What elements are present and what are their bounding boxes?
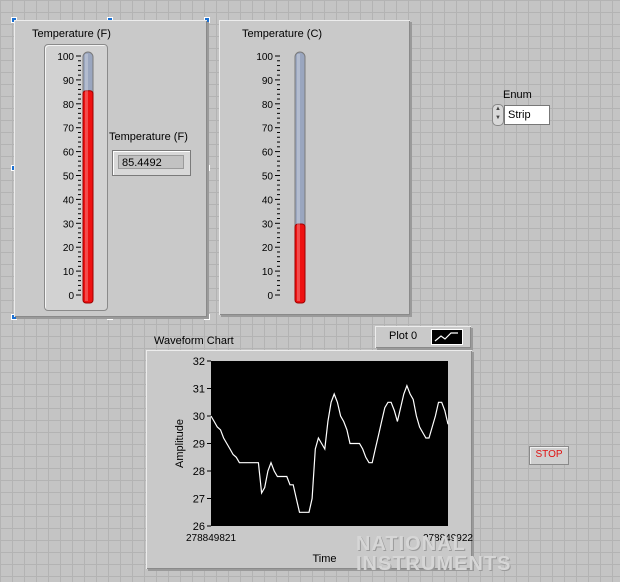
y-tick-label: 29 xyxy=(193,439,205,451)
thermometer-c-tick-label: 100 xyxy=(256,52,273,63)
thermometer-c-tick-label: 0 xyxy=(267,291,273,302)
plot-legend[interactable]: Plot 0 xyxy=(375,326,471,348)
thermometer-f-tick-label: 60 xyxy=(63,148,75,159)
thermometer-c-gauge: 1009080706050403020100 xyxy=(256,51,306,304)
thermometer-f-tick-label: 90 xyxy=(63,76,75,87)
thermometer-c-tick-label: 20 xyxy=(262,243,274,254)
thermometer-f-tick-label: 0 xyxy=(68,291,74,302)
thermometer-f-tick-label: 100 xyxy=(57,52,74,63)
stop-button[interactable]: STOP xyxy=(529,446,569,465)
chart-title: Waveform Chart xyxy=(154,335,234,347)
temperature-f-indicator-label: Temperature (F) xyxy=(109,131,188,143)
thermometer-f-panel: Temperature (F) 100 90 80 70 60 50 40 30 20 10 0 T… xyxy=(14,20,207,317)
thermometer-c-title: Temperature (C) xyxy=(242,28,323,40)
y-tick-label: 30 xyxy=(193,411,205,423)
thermometer-c-tick-label: 70 xyxy=(262,124,274,135)
thermometer-f-tick-label: 20 xyxy=(63,243,75,254)
thermometer-f-tube-shine xyxy=(85,54,88,301)
thermometer-c-tick-label: 30 xyxy=(262,219,274,230)
thermometer-f-tick-label: 10 xyxy=(63,267,75,278)
thermometer-f-tick-label: 50 xyxy=(63,172,75,183)
y-tick-label: 26 xyxy=(193,521,205,533)
thermometer-f-title: Temperature (F) xyxy=(32,28,111,40)
thermometer-c-tick-label: 40 xyxy=(262,195,274,206)
thermometer-c-panel: Temperature (C) 100 90 80 70 60 50 40 30 20 10 0 xyxy=(219,20,410,315)
enum-value: Strip xyxy=(508,109,531,121)
thermometer-c-tick-label: 90 xyxy=(262,76,274,87)
x-tick-label: 278849821 xyxy=(186,533,236,544)
thermometer-c-tick-label: 80 xyxy=(262,100,274,111)
thermometer-f-tick-label: 30 xyxy=(63,219,75,230)
enum-selector[interactable]: Strip xyxy=(504,105,550,125)
temperature-f-value: 85.4492 xyxy=(118,155,184,169)
y-tick-label: 27 xyxy=(193,494,205,506)
logo-line1: NATIONAL xyxy=(356,533,466,555)
national-instruments-logo: NATIONAL INSTRUMENTS xyxy=(318,534,511,574)
temperature-f-indicator: 85.4492 xyxy=(112,150,191,176)
thermometer-f-tick-label: 80 xyxy=(63,100,75,111)
thermometer-f-tick-label: 70 xyxy=(63,124,75,135)
enum-label: Enum xyxy=(503,89,532,101)
plot-legend-swatch xyxy=(431,329,463,345)
thermometer-f-tick-label: 40 xyxy=(63,195,75,206)
y-tick-label: 28 xyxy=(193,466,205,478)
y-tick-label: 32 xyxy=(193,356,205,368)
plot-legend-label: Plot 0 xyxy=(389,330,418,342)
thermometer-f-gauge: 1009080706050403020100 xyxy=(57,51,94,304)
thermometer-c-tick-label: 60 xyxy=(262,148,274,159)
plot-area xyxy=(211,361,448,526)
enum-arrows[interactable]: ▲ ▼ xyxy=(492,104,504,126)
thermometer-c-tube-shine xyxy=(297,54,300,301)
thermometer-c-tick-label: 10 xyxy=(262,267,274,278)
y-axis-label: Amplitude xyxy=(174,419,186,468)
y-tick-label: 31 xyxy=(193,384,205,396)
logo-line2: INSTRUMENTS xyxy=(356,553,512,575)
thermometer-c-tick-label: 50 xyxy=(262,172,274,183)
